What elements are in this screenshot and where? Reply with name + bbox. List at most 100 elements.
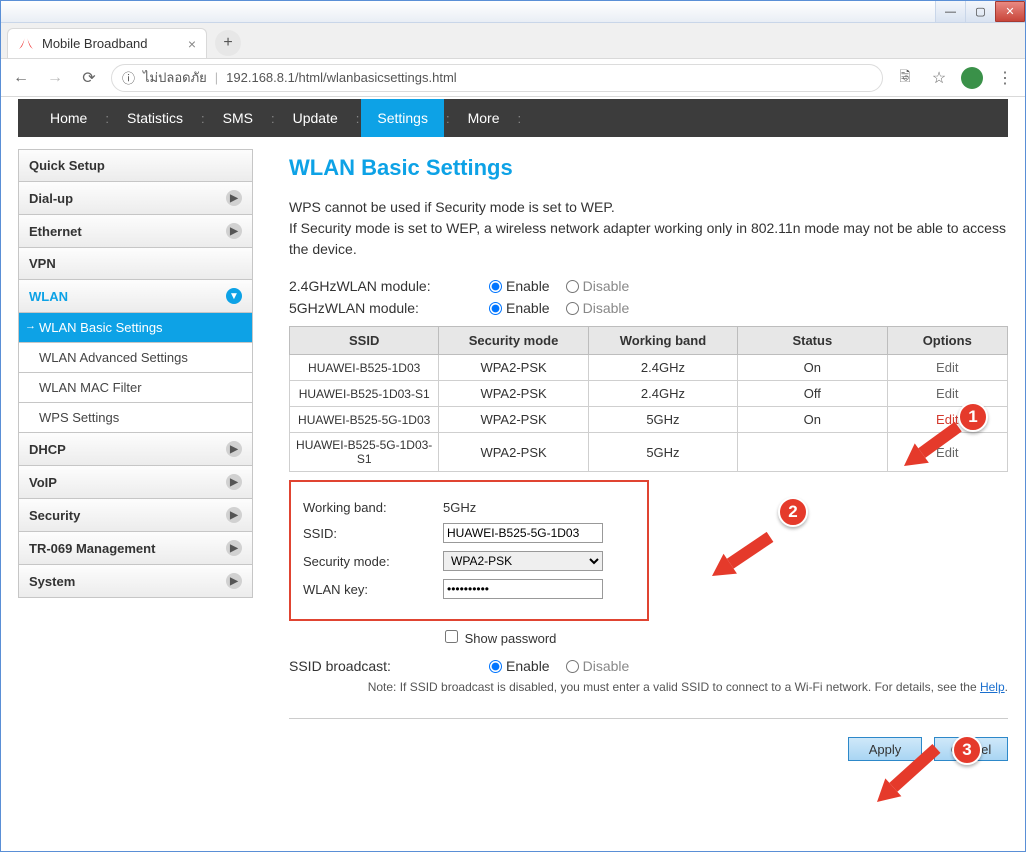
sidebar-item-quick-setup[interactable]: Quick Setup [18,149,253,182]
sidebar-label: VPN [29,256,56,271]
apply-button[interactable]: Apply [848,737,922,761]
module5-disable[interactable]: Disable [566,300,630,316]
new-tab-button[interactable]: + [215,30,241,56]
sidebar-sub-wlan-advanced[interactable]: WLAN Advanced Settings [18,343,253,373]
cell-ssid: HUAWEI-B525-1D03 [290,355,439,381]
cell-band: 2.4GHz [588,355,737,381]
button-row: Apply Cancel [289,718,1008,761]
reload-button[interactable]: ⟳ [77,66,101,90]
sidebar-item-dialup[interactable]: Dial-up ▶ [18,182,253,215]
help-link[interactable]: Help [980,680,1005,694]
sidebar-label: Security [29,508,80,523]
sidebar-item-vpn[interactable]: VPN [18,248,253,280]
nav-more[interactable]: More [452,99,516,137]
th-ssid: SSID [290,327,439,355]
browser-tab-title: Mobile Broadband [42,36,148,51]
module24-disable[interactable]: Disable [566,278,630,294]
cell-status: Off [738,381,887,407]
chevron-right-icon: ▶ [226,223,242,239]
radio-enable[interactable] [489,302,502,315]
show-password-checkbox[interactable]: Show password [441,631,556,646]
radio-disable[interactable] [566,302,579,315]
browser-toolbar: ← → ⟳ ⓘ ไม่ปลอดภัย | 192.168.8.1/html/wl… [1,59,1025,97]
tab-close-icon[interactable]: × [188,37,196,51]
broadcast-disable[interactable]: Disable [566,658,630,674]
edit-link[interactable]: Edit [936,360,958,375]
sidebar-item-security[interactable]: Security ▶ [18,499,253,532]
th-band: Working band [588,327,737,355]
sidebar-label: VoIP [29,475,57,490]
browser-tab[interactable]: Mobile Broadband × [7,28,207,58]
module5-enable[interactable]: Enable [489,300,550,316]
th-security: Security mode [439,327,588,355]
desc-line: If Security mode is set to WEP, a wirele… [289,218,1008,260]
checkbox[interactable] [445,630,458,643]
page-title: WLAN Basic Settings [289,155,1008,181]
cell-edit[interactable]: Edit [887,381,1008,407]
radio-disable[interactable] [566,280,579,293]
window-maximize-button[interactable]: ▢ [965,1,995,22]
wlan-key-input[interactable] [443,579,603,599]
bookmark-star-icon[interactable]: ☆ [927,66,951,90]
sidebar-sub-wps-settings[interactable]: WPS Settings [18,403,253,433]
nav-update[interactable]: Update [277,99,354,137]
cell-ssid: HUAWEI-B525-5G-1D03 [290,407,439,433]
nav-home[interactable]: Home [34,99,103,137]
sidebar-item-ethernet[interactable]: Ethernet ▶ [18,215,253,248]
cell-status: On [738,355,887,381]
sidebar-item-wlan[interactable]: WLAN ▼ [18,280,253,313]
annotation-badge-1: 1 [958,402,988,432]
radio-enable[interactable] [489,660,502,673]
radio-disable[interactable] [566,660,579,673]
page-description: WPS cannot be used if Security mode is s… [289,197,1008,260]
sidebar-item-dhcp[interactable]: DHCP ▶ [18,433,253,466]
ssid-input[interactable] [443,523,603,543]
broadcast-enable[interactable]: Enable [489,658,550,674]
browser-menu-icon[interactable]: ⋮ [993,66,1017,90]
sidebar-sub-wlan-basic[interactable]: WLAN Basic Settings [18,313,253,343]
module24-radio-group: Enable Disable [489,278,629,294]
router-top-nav: Home : Statistics : SMS : Update : Setti… [18,99,1008,137]
module24-enable[interactable]: Enable [489,278,550,294]
profile-avatar[interactable] [961,67,983,89]
th-status: Status [738,327,887,355]
window-close-button[interactable]: ✕ [995,1,1025,22]
divider: | [215,70,218,85]
security-mode-select[interactable]: WPA2-PSK [443,551,603,571]
window-minimize-button[interactable]: — [935,1,965,22]
sidebar-label: WLAN [29,289,68,304]
working-band-value: 5GHz [443,500,476,515]
cell-security: WPA2-PSK [439,407,588,433]
radio-enable[interactable] [489,280,502,293]
sidebar-label: DHCP [29,442,66,457]
forward-button[interactable]: → [43,66,67,90]
settings-sidebar: Quick Setup Dial-up ▶ Ethernet ▶ VPN WLA… [18,149,253,761]
working-band-label: Working band: [303,500,443,515]
chevron-right-icon: ▶ [226,540,242,556]
sidebar-item-system[interactable]: System ▶ [18,565,253,598]
annotation-badge-3: 3 [952,735,982,765]
nav-statistics[interactable]: Statistics [111,99,199,137]
cell-edit[interactable]: Edit [887,355,1008,381]
sidebar-sub-wlan-mac-filter[interactable]: WLAN MAC Filter [18,373,253,403]
address-bar[interactable]: ⓘ ไม่ปลอดภัย | 192.168.8.1/html/wlanbasi… [111,64,883,92]
sidebar-item-voip[interactable]: VoIP ▶ [18,466,253,499]
annotation-badge-2: 2 [778,497,808,527]
wlan-key-label: WLAN key: [303,582,443,597]
chevron-down-icon: ▼ [226,288,242,304]
table-row: HUAWEI-B525-1D03-S1WPA2-PSK2.4GHzOffEdit [290,381,1008,407]
th-options: Options [887,327,1008,355]
url-text: 192.168.8.1/html/wlanbasicsettings.html [226,70,457,85]
back-button[interactable]: ← [9,66,33,90]
nav-sms[interactable]: SMS [207,99,269,137]
broadcast-note: Note: If SSID broadcast is disabled, you… [289,680,1008,694]
chevron-right-icon: ▶ [226,573,242,589]
chevron-right-icon: ▶ [226,507,242,523]
site-info-icon[interactable]: ⓘ [122,68,135,87]
edit-link[interactable]: Edit [936,386,958,401]
nav-settings[interactable]: Settings [361,99,444,137]
security-status: ไม่ปลอดภัย [143,67,207,88]
translate-icon[interactable]: 🗟 [893,66,917,90]
sidebar-item-tr069[interactable]: TR-069 Management ▶ [18,532,253,565]
browser-tabstrip: Mobile Broadband × + [1,23,1025,59]
